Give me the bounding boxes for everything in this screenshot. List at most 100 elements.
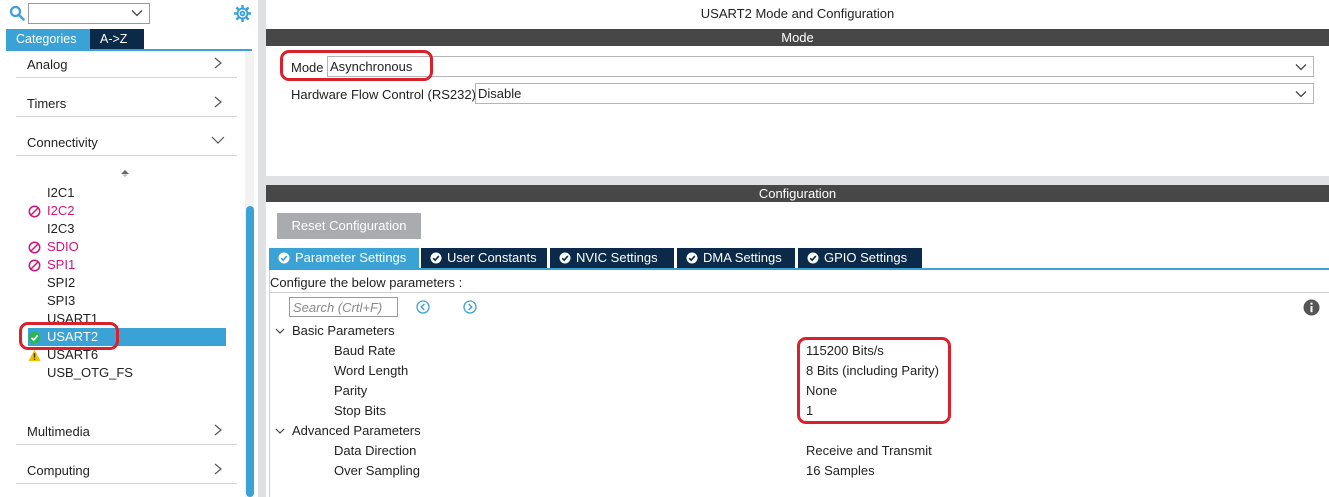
scroll-up-icon[interactable] (119, 168, 131, 180)
check-circle-icon (559, 252, 571, 264)
tab-label: User Constants (447, 250, 537, 265)
peripheral-sdio[interactable]: SDIO (28, 238, 228, 256)
category-label: Timers (27, 96, 67, 111)
info-icon[interactable] (1303, 299, 1320, 316)
prohibited-icon (28, 259, 41, 272)
gear-icon[interactable] (233, 4, 252, 23)
hw-flow-value: Disable (478, 86, 522, 101)
category-label: Computing (27, 463, 90, 478)
param-name: Data Direction (334, 443, 417, 458)
reset-configuration-button[interactable]: Reset Configuration (277, 213, 421, 239)
category-label: Connectivity (27, 135, 98, 150)
check-circle-icon (28, 331, 41, 344)
peripheral-i2c2[interactable]: I2C2 (28, 202, 228, 220)
peripheral-label: SPI3 (47, 293, 76, 308)
chevron-right-icon (214, 424, 222, 436)
peripheral-label: I2C2 (47, 203, 75, 218)
category-multimedia[interactable]: Multimedia (16, 407, 237, 445)
param-name: Parity (334, 383, 368, 398)
tab-user-constants[interactable]: User Constants (421, 248, 547, 268)
tab-label: GPIO Settings (824, 250, 908, 265)
peripheral-spi3[interactable]: SPI3 (28, 292, 228, 310)
param-value[interactable]: 1 (806, 403, 813, 418)
search-icon[interactable] (9, 5, 25, 21)
mode-label: Mode (291, 60, 324, 75)
tab-gpio-settings[interactable]: GPIO Settings (798, 248, 922, 268)
peripheral-label: USART6 (47, 347, 99, 362)
mode-configuration-panel: USART2 Mode and Configuration Mode Mode … (266, 0, 1329, 497)
param-name: Stop Bits (334, 403, 387, 418)
peripheral-usart1[interactable]: USART1 (28, 310, 228, 328)
group-advanced-parameters[interactable]: Advanced Parameters (292, 423, 421, 438)
chevron-down-icon (211, 136, 225, 144)
tab-label: Parameter Settings (295, 250, 407, 265)
chevron-right-icon (214, 463, 222, 475)
chevron-right-icon (214, 57, 222, 69)
tab-label: DMA Settings (703, 250, 782, 265)
category-label: Analog (27, 57, 68, 72)
peripheral-usart2[interactable]: USART2 (28, 328, 226, 346)
check-circle-icon (278, 252, 290, 264)
mode-section: Mode Asynchronous Hardware Flow Control … (266, 46, 1329, 176)
param-name: Baud Rate (334, 343, 396, 358)
component-search-dropdown[interactable] (28, 3, 150, 24)
peripheral-usart6[interactable]: USART6 (28, 346, 228, 364)
mode-value: Asynchronous (330, 59, 413, 74)
warning-icon (28, 349, 41, 361)
prohibited-icon (28, 241, 41, 254)
panel-splitter[interactable] (258, 0, 266, 497)
chevron-down-icon[interactable] (275, 426, 285, 436)
param-value[interactable]: 16 Samples (806, 463, 875, 478)
hw-flow-dropdown[interactable]: Disable (475, 83, 1314, 104)
category-computing[interactable]: Computing (16, 446, 237, 484)
component-panel: Categories A->Z Analog Timers Connectivi… (0, 0, 258, 497)
instruction-text: Configure the below parameters : (270, 275, 463, 290)
peripheral-label: I2C1 (47, 185, 75, 200)
check-circle-icon (686, 252, 698, 264)
peripheral-label: SPI1 (47, 257, 76, 272)
param-value[interactable]: None (806, 383, 837, 398)
next-icon[interactable] (463, 300, 477, 314)
param-value[interactable]: Receive and Transmit (806, 443, 932, 458)
peripheral-i2c3[interactable]: I2C3 (28, 220, 228, 238)
scrollbar-thumb[interactable] (246, 206, 254, 497)
peripheral-usb-otg-fs[interactable]: USB_OTG_FS (28, 364, 228, 382)
chevron-down-icon (1295, 91, 1307, 98)
divider (270, 292, 1329, 293)
group-basic-parameters[interactable]: Basic Parameters (292, 323, 395, 338)
param-name: Over Sampling (334, 463, 420, 478)
check-circle-icon (430, 252, 442, 264)
parameter-settings-panel: Configure the below parameters : Search … (269, 270, 1329, 497)
peripheral-label: USB_OTG_FS (47, 365, 133, 380)
hw-flow-label: Hardware Flow Control (RS232) (291, 87, 476, 102)
chevron-down-icon[interactable] (275, 326, 285, 336)
configuration-section-header: Configuration (266, 185, 1329, 202)
tab-dma-settings[interactable]: DMA Settings (677, 248, 795, 268)
peripheral-label: USART2 (47, 329, 99, 344)
peripheral-spi2[interactable]: SPI2 (28, 274, 228, 292)
peripheral-i2c1[interactable]: I2C1 (28, 184, 228, 202)
peripheral-label: SPI2 (47, 275, 76, 290)
tab-nvic-settings[interactable]: NVIC Settings (550, 248, 674, 268)
page-title: USART2 Mode and Configuration (700, 6, 895, 21)
category-label: Multimedia (27, 424, 90, 439)
check-circle-icon (807, 252, 819, 264)
param-name: Word Length (334, 363, 409, 378)
param-value[interactable]: 115200 Bits/s (806, 343, 884, 358)
param-value[interactable]: 8 Bits (including Parity) (806, 363, 939, 378)
mode-section-header: Mode (266, 29, 1329, 46)
category-analog[interactable]: Analog (16, 40, 237, 78)
tab-parameter-settings[interactable]: Parameter Settings (269, 248, 419, 268)
chevron-down-icon (1295, 64, 1307, 71)
peripheral-label: USART1 (47, 311, 99, 326)
section-divider (266, 176, 1329, 185)
parameter-search-input[interactable]: Search (Crtl+F) (289, 297, 398, 317)
previous-icon[interactable] (416, 300, 430, 314)
category-connectivity[interactable]: Connectivity (16, 118, 237, 156)
prohibited-icon (28, 205, 41, 218)
category-timers[interactable]: Timers (16, 79, 237, 117)
mode-dropdown[interactable]: Asynchronous (327, 56, 1314, 77)
peripheral-spi1[interactable]: SPI1 (28, 256, 228, 274)
chevron-right-icon (214, 96, 222, 108)
peripheral-label: SDIO (47, 239, 79, 254)
